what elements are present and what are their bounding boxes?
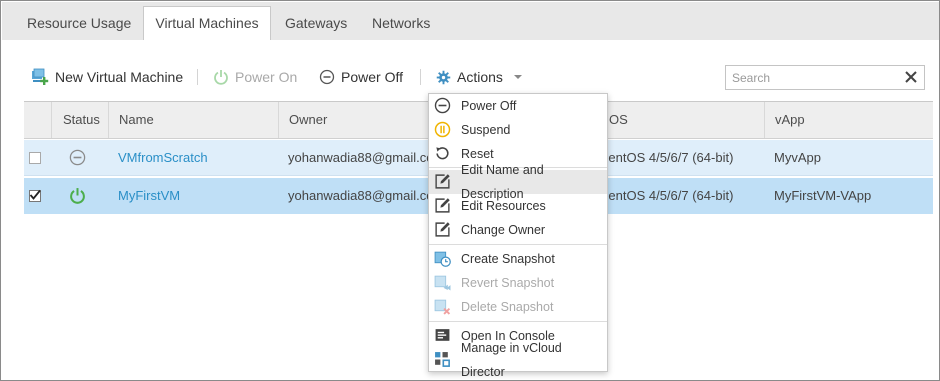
actions-menu-button[interactable]: Actions <box>436 67 523 87</box>
chevron-down-icon <box>513 75 522 79</box>
menu-item-label: Edit Resources <box>461 199 546 213</box>
powered-on-status-icon <box>70 188 85 204</box>
search-input[interactable] <box>726 66 896 89</box>
vm-panel: Resource Usage Virtual Machines Gateways… <box>0 0 940 381</box>
toolbar-divider <box>197 69 198 85</box>
header-status[interactable]: Status <box>51 102 107 138</box>
vm-os: CentOS 4/5/6/7 (64-bit) <box>599 150 734 165</box>
header-vapp[interactable]: vApp <box>764 102 933 138</box>
tab-virtual-machines[interactable]: Virtual Machines <box>143 6 271 41</box>
search-box <box>725 65 925 90</box>
menu-item-create-snapshot[interactable]: Create Snapshot <box>429 247 607 271</box>
menu-item-label: Power Off <box>461 99 517 113</box>
edit-icon <box>435 174 450 189</box>
vcloud-icon <box>435 352 450 367</box>
menu-item-revert-snapshot[interactable]: Revert Snapshot <box>429 271 607 295</box>
snapshot-revert-icon <box>434 275 451 291</box>
tab-resource-usage[interactable]: Resource Usage <box>27 5 131 41</box>
header-select <box>24 102 51 138</box>
power-off-label: Power Off <box>341 69 403 85</box>
reset-icon <box>436 147 449 160</box>
tab-networks[interactable]: Networks <box>372 5 430 41</box>
new-vm-icon <box>32 68 49 85</box>
vm-name-link[interactable]: VMfromScratch <box>108 140 278 176</box>
gear-icon <box>436 70 451 84</box>
menu-item-suspend[interactable]: Suspend <box>429 118 607 142</box>
vm-owner: yohanwadia88@gmail.com <box>288 150 428 165</box>
vm-name-link[interactable]: MyFirstVM <box>108 178 278 214</box>
powered-off-status-icon <box>69 149 86 166</box>
power-off-icon <box>434 97 451 114</box>
new-vm-button[interactable]: New Virtual Machine <box>31 67 183 87</box>
menu-item-power-off[interactable]: Power Off <box>429 94 607 118</box>
menu-item-delete-snapshot[interactable]: Delete Snapshot <box>429 295 607 319</box>
toolbar-divider <box>420 69 421 85</box>
power-on-label: Power On <box>235 69 298 85</box>
tab-gateways[interactable]: Gateways <box>285 5 347 41</box>
snapshot-delete-icon <box>434 299 451 315</box>
edit-icon <box>435 222 450 237</box>
header-owner[interactable]: Owner <box>278 102 448 138</box>
clear-search-icon[interactable] <box>903 69 919 85</box>
console-icon <box>435 329 450 341</box>
row-checkbox[interactable] <box>29 152 41 164</box>
menu-item-change-owner[interactable]: Change Owner <box>429 218 607 242</box>
header-os[interactable]: OS <box>598 102 764 138</box>
edit-icon <box>435 198 450 213</box>
power-on-icon <box>214 70 228 85</box>
header-name[interactable]: Name <box>108 102 278 138</box>
menu-item-label: Manage in vCloud Director <box>461 341 562 379</box>
power-off-button[interactable]: Power Off <box>319 67 403 87</box>
new-vm-label: New Virtual Machine <box>55 69 184 85</box>
vm-os: CentOS 4/5/6/7 (64-bit) <box>599 188 734 203</box>
menu-item-label: Create Snapshot <box>461 252 555 266</box>
menu-separator <box>429 321 607 322</box>
menu-separator <box>429 244 607 245</box>
menu-item-label: Suspend <box>461 123 511 137</box>
snapshot-create-icon <box>434 251 451 267</box>
suspend-icon <box>434 121 451 138</box>
menu-item-manage-vcloud[interactable]: Manage in vCloud Director <box>429 341 607 379</box>
power-off-icon <box>319 69 335 85</box>
tab-bar: Resource Usage Virtual Machines Gateways… <box>2 2 939 41</box>
menu-item-edit-resources[interactable]: Edit Resources <box>429 194 607 218</box>
menu-item-edit-name[interactable]: Edit Name and Description <box>429 163 607 201</box>
menu-item-label: Delete Snapshot <box>461 300 554 314</box>
vm-owner: yohanwadia88@gmail.com <box>288 188 428 203</box>
vm-vapp: MyFirstVM-VApp <box>774 188 872 203</box>
power-on-button[interactable]: Power On <box>213 67 297 87</box>
menu-item-label: Revert Snapshot <box>461 276 555 290</box>
vm-vapp: MyvApp <box>774 150 821 165</box>
menu-item-label: Change Owner <box>461 223 546 237</box>
row-checkbox-checked[interactable] <box>29 189 41 202</box>
checkmark-icon <box>29 189 41 200</box>
actions-label: Actions <box>457 69 503 85</box>
actions-dropdown-menu: Power Off Suspend Reset Edit Name and De… <box>428 93 608 379</box>
